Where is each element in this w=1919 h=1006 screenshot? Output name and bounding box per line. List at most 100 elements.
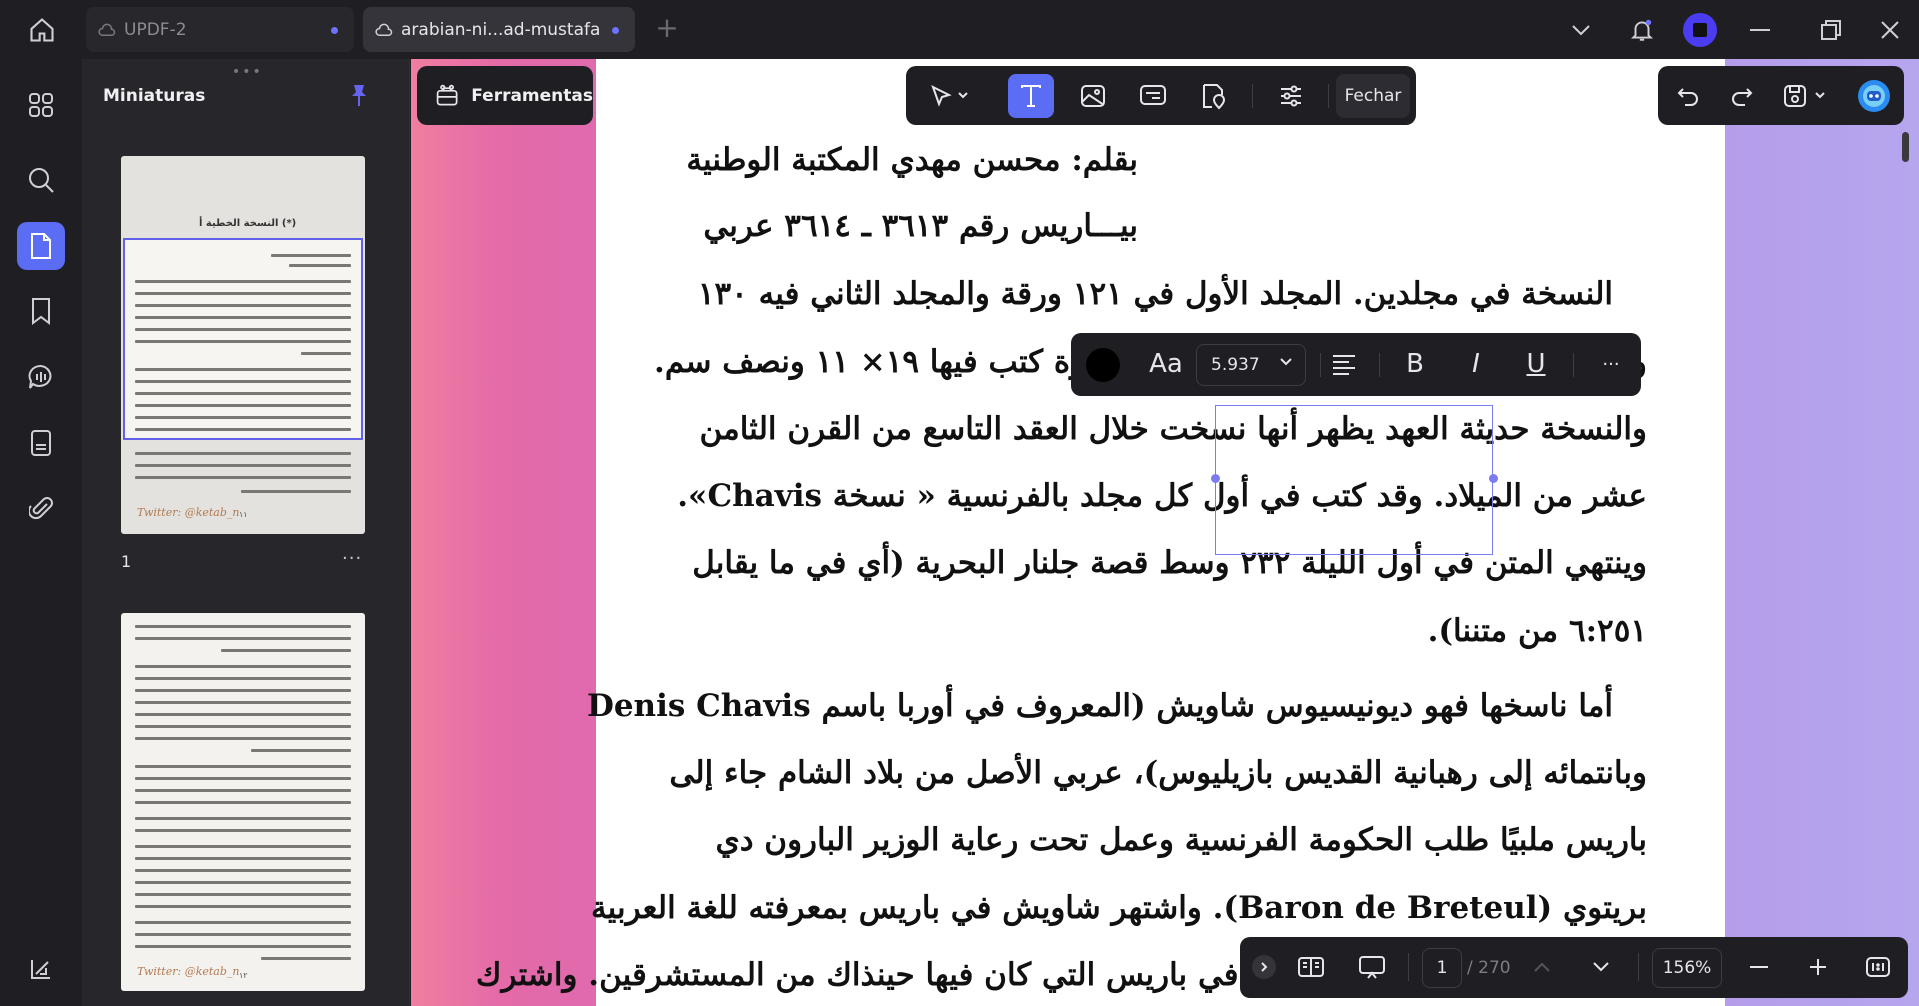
paperclip-icon — [29, 497, 53, 520]
doc-line-7[interactable]: وينتهي المتن في أول الليلة ٢٣٢ وسط قصة ج… — [692, 545, 1647, 581]
restore-icon — [1821, 20, 1841, 40]
add-image-tool-button[interactable] — [1070, 74, 1116, 118]
close-window-button[interactable] — [1872, 12, 1908, 48]
cloud-icon — [98, 21, 116, 39]
notifications-button[interactable] — [1624, 12, 1660, 48]
rail-search-button[interactable] — [17, 156, 65, 204]
resize-handle-left[interactable] — [1211, 474, 1220, 483]
home-button[interactable] — [20, 12, 64, 48]
rail-comments-button[interactable] — [17, 353, 65, 401]
next-page-button[interactable] — [1581, 947, 1621, 987]
redo-button[interactable] — [1722, 76, 1762, 116]
select-tool-button[interactable] — [920, 74, 978, 118]
doc-line-3[interactable]: النسخة في مجلدين. المجلد الأول في ١٢١ ور… — [698, 276, 1613, 312]
font-size-select[interactable]: 5.937 — [1196, 344, 1306, 386]
redo-icon — [1732, 88, 1753, 106]
add-link-tool-button[interactable] — [1130, 74, 1176, 118]
rail-bookmarks-button[interactable] — [17, 287, 65, 335]
restore-button[interactable] — [1813, 12, 1849, 48]
thumbnail-current-view-highlight — [123, 238, 363, 440]
edit-toolbar: Fechar — [906, 66, 1416, 125]
rail-thumbnails-button[interactable] — [17, 222, 65, 270]
tab-arabian-nights[interactable]: arabian-ni...ad-mustafa — [363, 7, 635, 52]
thumbnail-page-number: ١٢ — [239, 971, 248, 980]
align-button[interactable] — [1326, 344, 1362, 384]
layers-icon — [31, 960, 50, 979]
rail-attachments-list-button[interactable] — [17, 419, 65, 467]
tab-label: UPDF-2 — [124, 19, 187, 40]
tab-list-button[interactable] — [1563, 12, 1599, 48]
save-button[interactable] — [1776, 76, 1834, 116]
zoom-in-button[interactable] — [1798, 947, 1838, 987]
edit-settings-button[interactable] — [1268, 74, 1314, 118]
minus-icon — [1750, 966, 1768, 968]
ai-assistant-icon — [1858, 80, 1890, 112]
text-tool-icon — [1021, 85, 1041, 107]
doc-line-2[interactable]: بيـــاريس رقم ٣٦١٣ ـ ٣٦١٤ عربي — [703, 208, 1138, 244]
doc-line-12[interactable]: بريتوي (Baron de Breteul). واشتهر شاويش … — [591, 890, 1647, 926]
image-icon — [1081, 85, 1105, 107]
text-color-picker[interactable] — [1086, 348, 1120, 382]
thumbnail-watermark: Twitter: @ketab_n — [137, 506, 240, 519]
account-avatar-button[interactable] — [1682, 12, 1718, 48]
chevron-down-icon — [1593, 962, 1609, 972]
underline-button[interactable]: U — [1518, 344, 1554, 384]
actual-size-button[interactable] — [1858, 947, 1898, 987]
text-selection-box[interactable] — [1215, 405, 1493, 555]
page-thumbnail-2[interactable]: Twitter: @ketab_n ١٢ — [121, 613, 365, 991]
close-icon — [1881, 21, 1899, 39]
rail-apps-button[interactable] — [17, 81, 65, 129]
new-tab-button[interactable]: + — [654, 14, 680, 42]
pdf-page[interactable] — [596, 59, 1725, 1006]
doc-line-8[interactable]: ٦:٢٥١ من متننا). — [1428, 613, 1647, 649]
add-text-tool-button[interactable] — [1008, 74, 1054, 118]
more-format-button[interactable]: ··· — [1594, 344, 1628, 384]
thumbnail-more-button[interactable]: ··· — [342, 548, 362, 569]
doc-line-10[interactable]: وبانتمائه إلى رهبانية القديس بازيليوس)، … — [669, 755, 1647, 791]
minimize-button[interactable] — [1742, 12, 1778, 48]
vertical-scrollbar[interactable] — [1902, 132, 1909, 162]
left-icon-rail — [0, 59, 82, 1006]
grid-icon — [29, 93, 53, 117]
doc-line-1[interactable]: بقلم: محسن مهدي المكتبة الوطنية — [686, 142, 1138, 178]
pin-icon — [352, 85, 366, 106]
zoom-level[interactable]: 156% — [1652, 948, 1722, 988]
pin-panel-button[interactable] — [346, 82, 372, 108]
bold-button[interactable]: B — [1397, 344, 1433, 384]
sliders-icon — [1281, 85, 1301, 107]
close-edit-button[interactable]: Fechar — [1336, 74, 1410, 118]
doc-line-11[interactable]: باريس ملبيًا طلب الحكومة الفرنسية وعمل ت… — [715, 822, 1647, 858]
panel-drag-handle[interactable]: ••• — [232, 64, 263, 80]
cloud-icon — [375, 21, 393, 39]
presentation-button[interactable] — [1352, 947, 1392, 987]
zoom-out-button[interactable] — [1739, 947, 1779, 987]
undo-button[interactable] — [1668, 76, 1708, 116]
page-layout-button[interactable] — [1291, 947, 1331, 987]
thumbnails-title: Miniaturas — [103, 86, 206, 106]
thumbnail-heading: النسخة الخطية أ (*) — [199, 218, 297, 229]
font-family-button[interactable]: Aa — [1141, 344, 1191, 384]
current-page-input[interactable]: 1 — [1422, 948, 1462, 988]
rail-attachment-button[interactable] — [17, 484, 65, 532]
unsaved-dot-icon — [331, 27, 338, 34]
add-watermark-tool-button[interactable] — [1190, 74, 1236, 118]
plus-icon — [1810, 959, 1826, 975]
right-toolbar — [1658, 66, 1904, 125]
avatar-icon — [1683, 13, 1717, 47]
page-thumbnail-1[interactable]: النسخة الخطية أ (*) Twitter: @ketab_n ١١ — [121, 156, 365, 534]
previous-page-button[interactable] — [1522, 947, 1562, 987]
tab-updf-2[interactable]: UPDF-2 — [86, 7, 354, 52]
resize-handle-right[interactable] — [1489, 474, 1498, 483]
ai-assistant-button[interactable] — [1854, 76, 1894, 116]
doc-line-9[interactable]: أما ناسخها فهو ديونيسيوس شاويش (المعروف … — [587, 688, 1613, 724]
collapse-nav-button[interactable] — [1252, 955, 1276, 979]
doc-line-6[interactable]: عشر من الميلاد. وقد كتب في أول كل مجلد ب… — [677, 478, 1647, 514]
link-box-icon — [1140, 85, 1166, 105]
thumbnail-page-label: 1 — [121, 552, 132, 571]
toolbox-icon — [436, 84, 458, 106]
tools-button[interactable]: Ferramentas — [417, 66, 593, 125]
italic-button[interactable]: I — [1458, 344, 1494, 384]
chevron-down-icon — [1280, 358, 1292, 366]
doc-line-5[interactable]: والنسخة حديثة العهد يظهر أنها نسخت خلال … — [699, 411, 1647, 447]
rail-layers-button[interactable] — [17, 945, 65, 993]
